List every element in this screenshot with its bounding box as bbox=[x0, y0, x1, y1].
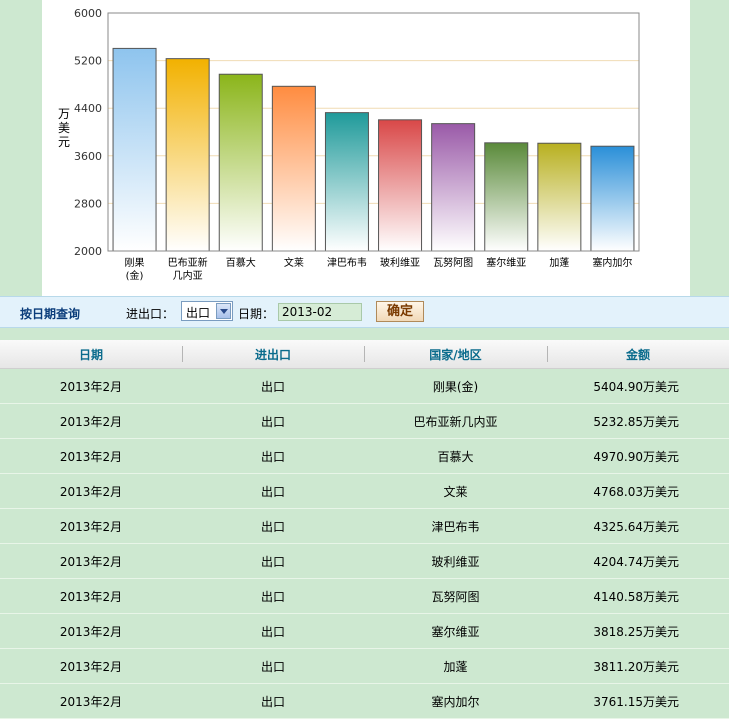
bar[interactable] bbox=[112, 47, 157, 252]
country-cell: 塞尔维亚 bbox=[364, 613, 547, 649]
country-cell: 文莱 bbox=[364, 473, 547, 509]
table-row: 2013年2月 出口 巴布亚新几内亚 5232.85万美元 bbox=[0, 403, 729, 439]
table-header-row: 日期 进出口 国家/地区 金额 bbox=[0, 340, 729, 369]
y-tick-label: 2000 bbox=[74, 245, 102, 258]
import-export-cell: 出口 bbox=[182, 473, 364, 509]
column-header-amount: 金额 bbox=[547, 340, 729, 369]
table-row: 2013年2月 出口 津巴布韦 4325.64万美元 bbox=[0, 508, 729, 544]
date-cell: 2013年2月 bbox=[0, 473, 182, 509]
table-row: 2013年2月 出口 塞尔维亚 3818.25万美元 bbox=[0, 613, 729, 649]
table-row: 2013年2月 出口 加蓬 3811.20万美元 bbox=[0, 648, 729, 684]
bar[interactable] bbox=[537, 142, 582, 252]
y-tick-label: 5200 bbox=[74, 55, 102, 68]
country-cell: 瓦努阿图 bbox=[364, 578, 547, 614]
date-cell: 2013年2月 bbox=[0, 403, 182, 439]
filter-title: 按日期查询 bbox=[20, 307, 81, 321]
country-cell: 加蓬 bbox=[364, 648, 547, 684]
amount-cell: 3761.15万美元 bbox=[547, 683, 729, 719]
import-export-cell: 出口 bbox=[182, 613, 364, 649]
date-cell: 2013年2月 bbox=[0, 683, 182, 719]
bar[interactable] bbox=[218, 73, 263, 252]
table-row: 2013年2月 出口 百慕大 4970.90万美元 bbox=[0, 438, 729, 474]
import-export-cell: 出口 bbox=[182, 368, 364, 404]
import-export-cell: 出口 bbox=[182, 403, 364, 439]
x-tick-label: 瓦努阿图 bbox=[433, 256, 473, 269]
date-cell: 2013年2月 bbox=[0, 438, 182, 474]
amount-cell: 4140.58万美元 bbox=[547, 578, 729, 614]
table-row: 2013年2月 出口 刚果(金) 5404.90万美元 bbox=[0, 368, 729, 404]
amount-cell: 4325.64万美元 bbox=[547, 508, 729, 544]
import-export-cell: 出口 bbox=[182, 648, 364, 684]
table-row: 2013年2月 出口 玻利维亚 4204.74万美元 bbox=[0, 543, 729, 579]
country-cell: 百慕大 bbox=[364, 438, 547, 474]
bar[interactable] bbox=[165, 58, 210, 252]
confirm-button[interactable]: 确定 bbox=[376, 301, 424, 322]
table-row: 2013年2月 出口 瓦努阿图 4140.58万美元 bbox=[0, 578, 729, 614]
date-cell: 2013年2月 bbox=[0, 368, 182, 404]
section-divider bbox=[0, 328, 729, 340]
country-cell: 塞内加尔 bbox=[364, 683, 547, 719]
column-header-country: 国家/地区 bbox=[364, 340, 547, 369]
bar[interactable] bbox=[484, 142, 529, 252]
amount-cell: 4970.90万美元 bbox=[547, 438, 729, 474]
y-tick-label: 4400 bbox=[74, 102, 102, 115]
date-cell: 2013年2月 bbox=[0, 613, 182, 649]
import-export-selected-value: 出口 bbox=[186, 306, 211, 320]
x-tick-label: (金) bbox=[126, 269, 144, 282]
date-cell: 2013年2月 bbox=[0, 543, 182, 579]
country-cell: 刚果(金) bbox=[364, 368, 547, 404]
date-cell: 2013年2月 bbox=[0, 508, 182, 544]
bar[interactable] bbox=[378, 119, 423, 252]
x-tick-label: 塞内加尔 bbox=[592, 256, 632, 269]
amount-cell: 3811.20万美元 bbox=[547, 648, 729, 684]
column-header-date: 日期 bbox=[0, 340, 182, 369]
bar[interactable] bbox=[431, 123, 476, 252]
x-tick-label: 津巴布韦 bbox=[327, 257, 367, 269]
country-cell: 巴布亚新几内亚 bbox=[364, 403, 547, 439]
bar[interactable] bbox=[271, 85, 316, 252]
amount-cell: 3818.25万美元 bbox=[547, 613, 729, 649]
column-header-import-export: 进出口 bbox=[182, 340, 364, 369]
chevron-down-icon[interactable] bbox=[216, 303, 231, 319]
date-cell: 2013年2月 bbox=[0, 578, 182, 614]
x-tick-label: 文莱 bbox=[284, 256, 304, 269]
x-tick-label: 几内亚 bbox=[173, 269, 203, 282]
date-cell: 2013年2月 bbox=[0, 648, 182, 684]
x-tick-label: 百慕大 bbox=[226, 256, 256, 269]
import-export-cell: 出口 bbox=[182, 438, 364, 474]
table-row: 2013年2月 出口 塞内加尔 3761.15万美元 bbox=[0, 683, 729, 719]
table-row: 2013年2月 出口 文莱 4768.03万美元 bbox=[0, 473, 729, 509]
y-tick-label: 3600 bbox=[74, 150, 102, 163]
import-export-cell: 出口 bbox=[182, 543, 364, 579]
bar[interactable] bbox=[590, 145, 635, 252]
date-label: 日期： bbox=[238, 307, 275, 321]
results-table: 日期 进出口 国家/地区 金额 2013年2月 出口 刚果(金) 5404.90万美元… bbox=[0, 340, 729, 719]
amount-cell: 4768.03万美元 bbox=[547, 473, 729, 509]
x-tick-label: 巴布亚新 bbox=[168, 256, 208, 269]
y-tick-label: 6000 bbox=[74, 7, 102, 20]
y-tick-label: 2800 bbox=[74, 197, 102, 210]
import-export-cell: 出口 bbox=[182, 578, 364, 614]
x-tick-label: 塞尔维亚 bbox=[486, 256, 526, 269]
bar[interactable] bbox=[324, 112, 369, 252]
x-tick-label: 玻利维亚 bbox=[380, 256, 420, 269]
import-export-label: 进出口： bbox=[126, 307, 175, 321]
import-export-cell: 出口 bbox=[182, 508, 364, 544]
y-axis-title: 万美元 bbox=[58, 107, 70, 149]
import-export-cell: 出口 bbox=[182, 683, 364, 719]
x-tick-label: 刚果 bbox=[125, 257, 145, 269]
country-cell: 玻利维亚 bbox=[364, 543, 547, 579]
bar-chart: 2000 2800 3600 4400 5200 6000 万美元刚果(金) 巴布亚新几内亚 百… bbox=[58, 7, 640, 282]
import-export-select[interactable]: 出口 bbox=[181, 301, 233, 321]
date-input[interactable]: 2013-02 bbox=[278, 303, 362, 321]
x-tick-label: 加蓬 bbox=[549, 257, 569, 269]
amount-cell: 5232.85万美元 bbox=[547, 403, 729, 439]
country-cell: 津巴布韦 bbox=[364, 508, 547, 544]
chart-panel: 2000 2800 3600 4400 5200 6000 万美元刚果 (金) 巴布亚新 几内亚 百… bbox=[42, 0, 690, 296]
amount-cell: 5404.90万美元 bbox=[547, 368, 729, 404]
amount-cell: 4204.74万美元 bbox=[547, 543, 729, 579]
filter-bar: 按日期查询 进出口： 出口 日期： 2013-02 确定 bbox=[0, 296, 729, 328]
